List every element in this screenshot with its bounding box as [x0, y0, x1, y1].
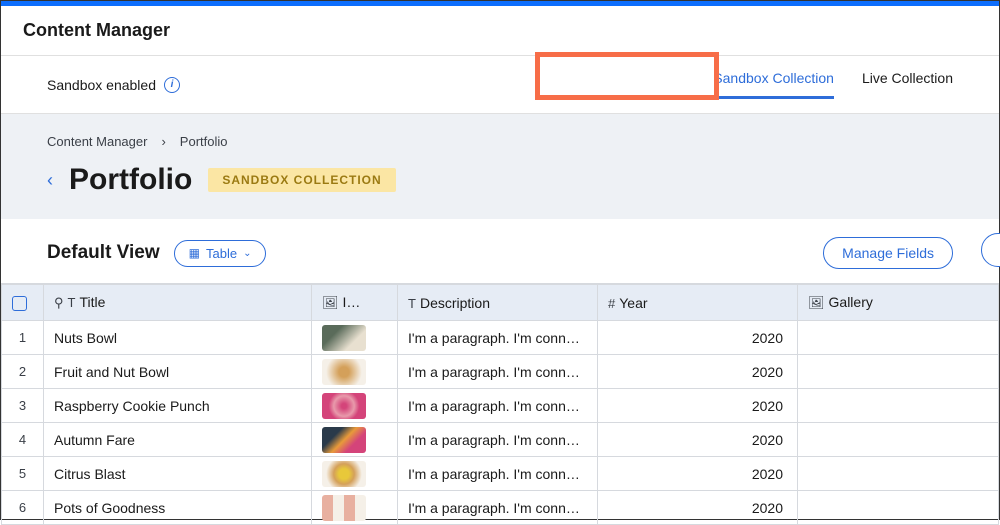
cell-year[interactable]: 2020 [598, 491, 798, 525]
cell-title[interactable]: Pots of Goodness [44, 491, 312, 525]
view-type-selector[interactable]: ▦ Table ⌄ [174, 240, 267, 267]
table-row[interactable]: 5 Citrus Blast I'm a paragraph. I'm conn… [2, 457, 999, 491]
cell-gallery[interactable] [798, 457, 999, 491]
col-description[interactable]: TDescription [398, 285, 598, 321]
cell-year[interactable]: 2020 [598, 355, 798, 389]
table-row[interactable]: 3 Raspberry Cookie Punch I'm a paragraph… [2, 389, 999, 423]
table-row[interactable]: 2 Fruit and Nut Bowl I'm a paragraph. I'… [2, 355, 999, 389]
data-table: ⚲TTitle 🖼I… TDescription #Year 🖼Gallery … [1, 284, 999, 525]
cell-description[interactable]: I'm a paragraph. I'm conn… [398, 457, 598, 491]
tab-sandbox-collection[interactable]: Sandbox Collection [713, 70, 834, 99]
col-gallery[interactable]: 🖼Gallery [798, 285, 999, 321]
tab-live-collection[interactable]: Live Collection [862, 70, 953, 99]
table-row[interactable]: 4 Autumn Fare I'm a paragraph. I'm conn…… [2, 423, 999, 457]
table-row[interactable]: 1 Nuts Bowl I'm a paragraph. I'm conn… 2… [2, 321, 999, 355]
cell-gallery[interactable] [798, 389, 999, 423]
cell-title[interactable]: Citrus Blast [44, 457, 312, 491]
thumbnail-icon [322, 359, 366, 385]
subheader: Sandbox enabled i Sandbox Collection Liv… [1, 56, 999, 114]
page-title: Portfolio [69, 163, 192, 197]
chevron-down-icon: ⌄ [243, 248, 251, 259]
table-row[interactable]: 6 Pots of Goodness I'm a paragraph. I'm … [2, 491, 999, 525]
collection-tabs: Sandbox Collection Live Collection [713, 70, 953, 99]
sandbox-status: Sandbox enabled i [47, 77, 180, 93]
row-number: 5 [2, 457, 44, 491]
select-all-cell[interactable] [2, 285, 44, 321]
text-icon: T [408, 296, 416, 311]
row-number: 1 [2, 321, 44, 355]
cell-description[interactable]: I'm a paragraph. I'm conn… [398, 389, 598, 423]
cell-image[interactable] [312, 321, 398, 355]
cell-title[interactable]: Fruit and Nut Bowl [44, 355, 312, 389]
cell-image[interactable] [312, 423, 398, 457]
thumbnail-icon [322, 427, 366, 453]
pin-icon: ⚲ [54, 295, 64, 310]
row-number: 6 [2, 491, 44, 525]
cell-title[interactable]: Nuts Bowl [44, 321, 312, 355]
text-icon: T [68, 295, 76, 310]
col-image[interactable]: 🖼I… [312, 285, 398, 321]
number-icon: # [608, 296, 615, 311]
view-type-label: Table [206, 246, 237, 261]
breadcrumb: Content Manager › Portfolio [47, 134, 953, 149]
cell-title[interactable]: Raspberry Cookie Punch [44, 389, 312, 423]
cell-gallery[interactable] [798, 321, 999, 355]
row-number: 3 [2, 389, 44, 423]
row-number: 2 [2, 355, 44, 389]
thumbnail-icon [322, 461, 366, 487]
cell-year[interactable]: 2020 [598, 423, 798, 457]
gallery-icon: 🖼 [808, 295, 825, 310]
thumbnail-icon [322, 495, 366, 521]
chevron-right-icon: › [161, 134, 165, 149]
thumbnail-icon [322, 393, 366, 419]
cell-image[interactable] [312, 491, 398, 525]
breadcrumb-current: Portfolio [180, 134, 228, 149]
cell-image[interactable] [312, 389, 398, 423]
cell-image[interactable] [312, 457, 398, 491]
cell-description[interactable]: I'm a paragraph. I'm conn… [398, 491, 598, 525]
view-name: Default View [47, 242, 160, 264]
thumbnail-icon [322, 325, 366, 351]
sandbox-status-label: Sandbox enabled [47, 77, 156, 93]
col-year[interactable]: #Year [598, 285, 798, 321]
page-header-area: Content Manager › Portfolio ‹ Portfolio … [1, 114, 999, 219]
back-icon[interactable]: ‹ [47, 170, 53, 191]
cell-year[interactable]: 2020 [598, 389, 798, 423]
info-icon[interactable]: i [164, 77, 180, 93]
view-toolbar: Default View ▦ Table ⌄ Manage Fields [1, 219, 999, 283]
cell-description[interactable]: I'm a paragraph. I'm conn… [398, 355, 598, 389]
cell-gallery[interactable] [798, 423, 999, 457]
cell-description[interactable]: I'm a paragraph. I'm conn… [398, 321, 598, 355]
breadcrumb-root[interactable]: Content Manager [47, 134, 147, 149]
view-left: Default View ▦ Table ⌄ [47, 240, 266, 267]
cell-image[interactable] [312, 355, 398, 389]
table-icon: ▦ [189, 246, 200, 260]
app-header: Content Manager [1, 6, 999, 56]
manage-fields-button[interactable]: Manage Fields [823, 237, 953, 269]
col-title[interactable]: ⚲TTitle [44, 285, 312, 321]
sandbox-badge: SANDBOX COLLECTION [208, 168, 395, 192]
cell-title[interactable]: Autumn Fare [44, 423, 312, 457]
table-header-row: ⚲TTitle 🖼I… TDescription #Year 🖼Gallery [2, 285, 999, 321]
app-title: Content Manager [23, 20, 977, 41]
cell-gallery[interactable] [798, 355, 999, 389]
data-table-wrapper: ⚲TTitle 🖼I… TDescription #Year 🖼Gallery … [1, 283, 999, 525]
cell-year[interactable]: 2020 [598, 321, 798, 355]
page-title-row: ‹ Portfolio SANDBOX COLLECTION [47, 163, 953, 197]
cell-gallery[interactable] [798, 491, 999, 525]
cell-year[interactable]: 2020 [598, 457, 798, 491]
cell-description[interactable]: I'm a paragraph. I'm conn… [398, 423, 598, 457]
image-icon: 🖼 [322, 295, 339, 310]
row-number: 4 [2, 423, 44, 457]
checkbox-icon[interactable] [12, 296, 27, 311]
